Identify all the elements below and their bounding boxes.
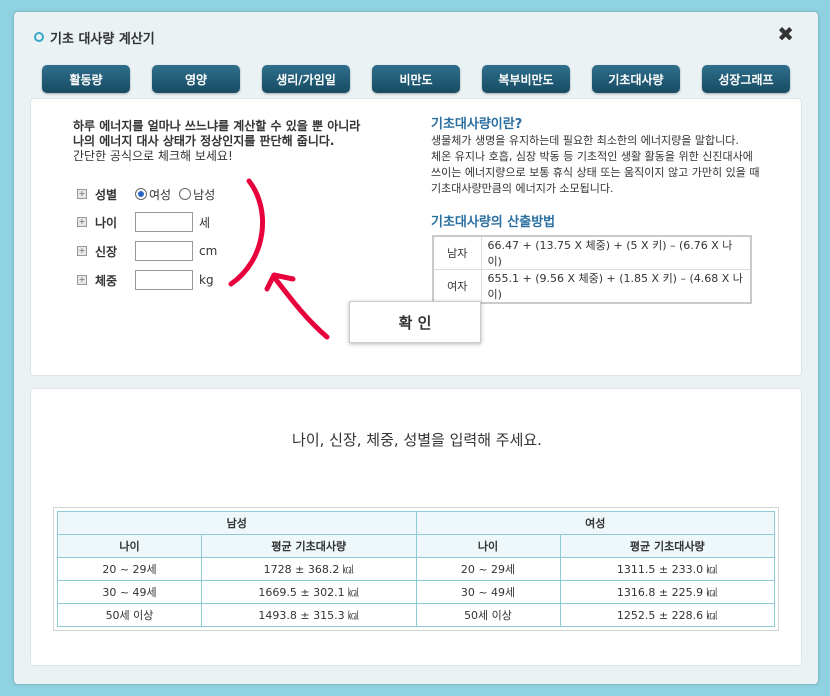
info-line: 쓰이는 에너지량으로 보통 휴식 상태 또는 움직이지 않고 가만히 있을 때 xyxy=(431,166,760,179)
tab-growth-graph[interactable]: 성장그래프 xyxy=(702,65,790,93)
bmr-info-title: 기초대사량이란? xyxy=(431,117,523,132)
formula-text: 66.47 + (13.75 X 체중) + (5 X 키) – (6.76 X… xyxy=(480,235,752,270)
formula-row-female: 여자 655.1 + (9.56 X 체중) + (1.85 X 키) – (4… xyxy=(432,269,752,304)
method-title: 기초대사량의 산출방법 xyxy=(431,215,556,230)
weight-input[interactable] xyxy=(135,270,193,290)
intro-text: 하루 에너지를 얼마나 쓰느냐를 계산할 수 있을 뿐 아니라 나의 에너지 대… xyxy=(73,119,360,164)
tab-nutrition[interactable]: 영양 xyxy=(152,65,240,93)
radio-female-dot[interactable] xyxy=(135,188,147,200)
table-row: 30 ~ 49세 1669.5 ± 302.1 ㎉ 30 ~ 49세 1316.… xyxy=(57,580,775,604)
radio-female[interactable]: 여성 xyxy=(135,186,171,203)
radio-male[interactable]: 남성 xyxy=(179,186,215,203)
intro-line-2: 나의 에너지 대사 상태가 정상인지를 판단해 줍니다. xyxy=(73,134,335,148)
female-value-cell: 1252.5 ± 228.6 ㎉ xyxy=(559,603,775,627)
gender-label: 성별 xyxy=(95,187,118,202)
female-age-cell: 50세 이상 xyxy=(415,603,561,627)
weight-row: + 체중 kg xyxy=(77,269,214,291)
title-circle-icon xyxy=(34,32,44,42)
height-unit: cm xyxy=(199,244,218,258)
male-value-cell: 1728 ± 368.2 ㎉ xyxy=(201,557,417,581)
female-age-cell: 30 ~ 49세 xyxy=(415,580,561,604)
male-age-cell: 30 ~ 49세 xyxy=(57,580,202,604)
age-label: 나이 xyxy=(95,215,118,230)
col-avg: 평균 기초대사량 xyxy=(559,534,775,558)
title-bar: 기초 대사량 계산기 ✖ xyxy=(14,12,818,62)
height-label: 신장 xyxy=(95,244,118,259)
weight-label: 체중 xyxy=(95,273,118,288)
close-icon[interactable]: ✖ xyxy=(777,24,794,44)
bullet-icon: + xyxy=(77,275,87,285)
age-unit: 세 xyxy=(199,215,211,230)
bullet-icon: + xyxy=(77,217,87,227)
age-row: + 나이 세 xyxy=(77,211,210,233)
info-line: 체온 유지나 호흡, 심장 박동 등 기초적인 생활 활동을 위한 신진대사에 xyxy=(431,150,753,163)
input-panel: 하루 에너지를 얼마나 쓰느냐를 계산할 수 있을 뿐 아니라 나의 에너지 대… xyxy=(30,98,802,376)
intro-line-1: 하루 에너지를 얼마나 쓰느냐를 계산할 수 있을 뿐 아니라 xyxy=(73,119,361,133)
tab-bar: 활동량 영양 생리/가임일 비만도 복부비만도 기초대사량 성장그래프 xyxy=(42,65,802,95)
col-age: 나이 xyxy=(57,534,202,558)
bullet-icon: + xyxy=(77,246,87,256)
formula-gender: 남자 xyxy=(432,235,482,270)
tab-bmr[interactable]: 기초대사량 xyxy=(592,65,680,93)
bullet-icon: + xyxy=(77,189,87,199)
age-input[interactable] xyxy=(135,212,193,232)
bmr-stats-table: 남성 여성 나이 평균 기초대사량 나이 평균 기초대사량 20 ~ 29세 1… xyxy=(57,511,775,627)
formula-text: 655.1 + (9.56 X 체중) + (1.85 X 키) – (4.68… xyxy=(480,269,752,304)
female-value-cell: 1311.5 ± 233.0 ㎉ xyxy=(559,557,775,581)
calculator-window: 기초 대사량 계산기 ✖ 활동량 영양 생리/가임일 비만도 복부비만도 기초대… xyxy=(14,12,818,684)
radio-male-dot[interactable] xyxy=(179,188,192,200)
gender-row: + 성별 여성 남성 xyxy=(77,183,223,205)
tab-obesity[interactable]: 비만도 xyxy=(372,65,460,93)
formula-row-male: 남자 66.47 + (13.75 X 체중) + (5 X 키) – (6.7… xyxy=(432,235,752,270)
weight-unit: kg xyxy=(199,273,214,287)
height-row: + 신장 cm xyxy=(77,240,217,262)
male-age-cell: 20 ~ 29세 xyxy=(57,557,202,581)
male-age-cell: 50세 이상 xyxy=(57,603,202,627)
result-panel: 나이, 신장, 체중, 성별을 입력해 주세요. 남성 여성 나이 평균 기초대… xyxy=(30,388,802,666)
window-title: 기초 대사량 계산기 xyxy=(50,32,155,47)
male-value-cell: 1493.8 ± 315.3 ㎉ xyxy=(201,603,417,627)
female-header: 여성 xyxy=(415,511,775,535)
female-value-cell: 1316.8 ± 225.9 ㎉ xyxy=(559,580,775,604)
col-avg: 평균 기초대사량 xyxy=(201,534,417,558)
height-input[interactable] xyxy=(135,241,193,261)
tab-abdominal-obesity[interactable]: 복부비만도 xyxy=(482,65,570,93)
stats-column-header: 나이 평균 기초대사량 나이 평균 기초대사량 xyxy=(57,534,775,558)
info-line: 생물체가 생명을 유지하는데 필요한 최소한의 에너지량을 말합니다. xyxy=(431,134,739,147)
male-value-cell: 1669.5 ± 302.1 ㎉ xyxy=(201,580,417,604)
intro-line-3: 간단한 공식으로 체크해 보세요! xyxy=(73,149,233,163)
radio-male-label: 남성 xyxy=(193,187,216,202)
table-row: 50세 이상 1493.8 ± 315.3 ㎉ 50세 이상 1252.5 ± … xyxy=(57,603,775,627)
male-header: 남성 xyxy=(57,511,417,535)
info-line: 기초대사량만큼의 에너지가 소모됩니다. xyxy=(431,182,614,195)
radio-female-label: 여성 xyxy=(149,187,172,202)
formula-gender: 여자 xyxy=(432,269,482,304)
table-row: 20 ~ 29세 1728 ± 368.2 ㎉ 20 ~ 29세 1311.5 … xyxy=(57,557,775,581)
stats-gender-header: 남성 여성 xyxy=(57,511,775,535)
result-message: 나이, 신장, 체중, 성별을 입력해 주세요. xyxy=(292,431,542,449)
confirm-button[interactable]: 확 인 xyxy=(349,301,481,343)
tab-activity[interactable]: 활동량 xyxy=(42,65,130,93)
bmr-info-body: 생물체가 생명을 유지하는데 필요한 최소한의 에너지량을 말합니다. 체온 유… xyxy=(431,133,771,197)
tab-menstruation[interactable]: 생리/가임일 xyxy=(262,65,350,93)
female-age-cell: 20 ~ 29세 xyxy=(415,557,561,581)
stats-table-wrapper: 남성 여성 나이 평균 기초대사량 나이 평균 기초대사량 20 ~ 29세 1… xyxy=(53,507,779,631)
formula-table: 남자 66.47 + (13.75 X 체중) + (5 X 키) – (6.7… xyxy=(432,235,752,304)
col-age: 나이 xyxy=(415,534,561,558)
